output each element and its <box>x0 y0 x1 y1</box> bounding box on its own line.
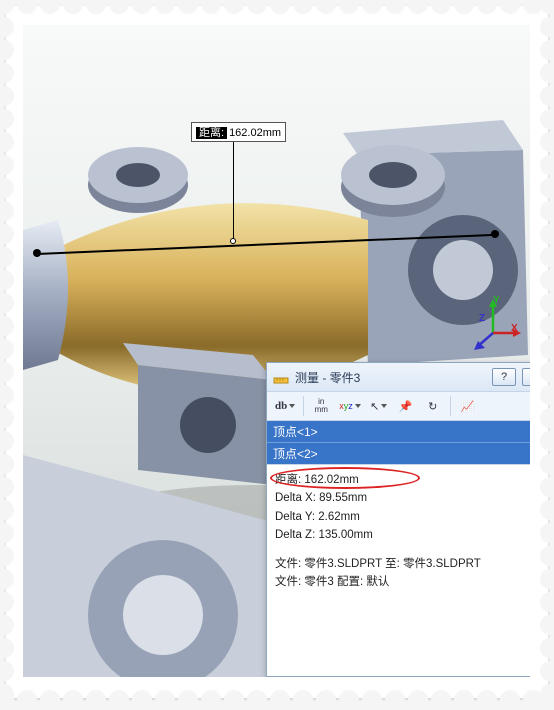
result-file-line: 文件: 零件3.SLDPRT 至: 零件3.SLDPRT <box>275 555 530 573</box>
chart-icon: 📈 <box>461 400 475 413</box>
measure-app-icon <box>273 369 289 385</box>
arc-mode-icon: db <box>275 400 287 412</box>
dialog-title: 测量 - 零件3 <box>295 369 486 386</box>
help-icon: ? <box>501 371 507 383</box>
units-icon: in mm <box>315 398 328 414</box>
cad-viewport[interactable]: 距离:162.02mm Y X Z 测量 - 零件3 ? ✕ <box>23 25 530 677</box>
axis-triad[interactable]: Y X Z <box>463 297 523 357</box>
dialog-toolbar: db in mm xyz ↖ 📌 ↻ 📈 <box>267 391 530 421</box>
delta-z-value: 135.00mm <box>318 529 372 541</box>
result-delta-y: Delta Y: 2.62mm <box>275 508 530 526</box>
xyz-button[interactable]: xyz <box>336 395 364 417</box>
distance-label: 距离: <box>275 474 301 486</box>
callout-leader <box>233 136 234 241</box>
arc-mode-button[interactable]: db <box>272 395 298 417</box>
dialog-titlebar[interactable]: 测量 - 零件3 ? ✕ <box>267 363 530 391</box>
delta-y-label: Delta Y: <box>275 511 315 523</box>
spacer <box>275 545 530 555</box>
pointer-icon: ↖ <box>370 400 379 413</box>
delta-x-value: 89.55mm <box>319 492 367 504</box>
result-distance: 距离: 162.02mm <box>275 471 530 489</box>
selection-item[interactable]: 顶点<1> <box>267 421 530 443</box>
callout-anchor-icon <box>230 238 236 244</box>
axis-y-label: Y <box>493 295 500 306</box>
result-config-line: 文件: 零件3 配置: 默认 <box>275 573 530 591</box>
pin-icon: 📌 <box>399 400 413 413</box>
history-button[interactable]: 📈 <box>456 395 480 417</box>
distance-value: 162.02mm <box>304 474 358 486</box>
select-button[interactable]: ↖ <box>367 395 391 417</box>
xyz-icon: xyz <box>339 401 353 411</box>
close-icon: ✕ <box>529 371 530 384</box>
delta-y-value: 2.62mm <box>318 511 360 523</box>
chevron-down-icon <box>289 404 295 408</box>
delta-x-label: Delta X: <box>275 492 316 504</box>
sync-icon: ↻ <box>428 400 437 413</box>
result-delta-z: Delta Z: 135.00mm <box>275 526 530 544</box>
axis-x-label: X <box>511 323 518 334</box>
units-button[interactable]: in mm <box>309 395 333 417</box>
callout-value: 162.02mm <box>229 127 281 139</box>
toolbar-sep <box>450 396 451 416</box>
selection-item[interactable]: 顶点<2> <box>267 443 530 464</box>
distance-callout: 距离:162.02mm <box>191 122 286 142</box>
sync-button[interactable]: ↻ <box>421 395 445 417</box>
unit-bottom: mm <box>315 406 328 414</box>
result-delta-x: Delta X: 89.55mm <box>275 489 530 507</box>
chevron-down-icon <box>381 404 387 408</box>
selection-list[interactable]: 顶点<1> 顶点<2> <box>267 421 530 465</box>
callout-label: 距离: <box>196 127 227 139</box>
axis-z-label: Z <box>479 313 485 324</box>
help-button[interactable]: ? <box>492 368 516 386</box>
measure-dialog: 测量 - 零件3 ? ✕ db in mm xyz ↖ <box>266 362 530 677</box>
toolbar-sep <box>303 396 304 416</box>
results-panel: 距离: 162.02mm Delta X: 89.55mm Delta Y: 2… <box>267 465 530 676</box>
close-button[interactable]: ✕ <box>522 368 530 386</box>
chevron-down-icon <box>355 404 361 408</box>
pin-button[interactable]: 📌 <box>394 395 418 417</box>
delta-z-label: Delta Z: <box>275 529 315 541</box>
